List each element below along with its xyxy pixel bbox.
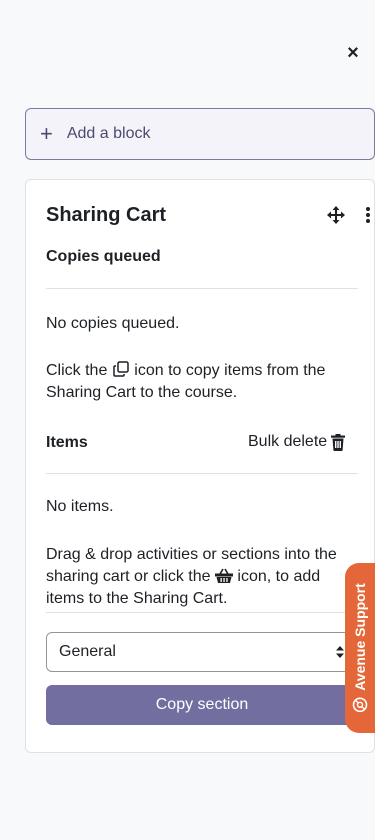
divider [46, 288, 358, 289]
add-block-label: Add a block [66, 125, 151, 142]
items-heading: Items [46, 434, 88, 451]
sharing-cart-block: Sharing Cart Copies queued No copies que… [25, 179, 375, 753]
divider [46, 612, 358, 613]
add-block-button[interactable]: + Add a block [25, 108, 375, 160]
plus-icon: + [40, 121, 53, 146]
copies-help-text: Click the icon to copy items from the Sh… [46, 360, 361, 404]
move-icon[interactable] [326, 205, 346, 225]
copies-help-before: Click the [46, 362, 108, 379]
close-drawer-button[interactable]: × [340, 40, 366, 66]
support-icon [352, 697, 368, 713]
section-select-value: General [59, 643, 116, 660]
divider [46, 473, 358, 474]
no-copies-text: No copies queued. [46, 315, 180, 332]
support-tab-label: Avenue Support [352, 583, 368, 691]
avenue-support-tab[interactable]: Avenue Support [345, 563, 375, 733]
basket-icon [214, 568, 233, 583]
trash-icon [331, 433, 346, 451]
copies-queued-heading: Copies queued [46, 248, 161, 265]
items-help-text: Drag & drop activities or sections into … [46, 544, 361, 610]
bulk-delete-label: Bulk delete [248, 433, 328, 450]
bulk-delete-button[interactable]: Bulk delete [248, 433, 346, 451]
select-chevron-icon [336, 646, 344, 658]
block-title: Sharing Cart [46, 203, 167, 226]
support-tab-content: Avenue Support [352, 583, 368, 713]
kebab-menu-icon[interactable] [361, 205, 375, 225]
section-select[interactable]: General [46, 632, 358, 672]
close-icon[interactable]: × [347, 42, 359, 65]
copy-section-button[interactable]: Copy section [46, 685, 358, 725]
no-items-text: No items. [46, 498, 114, 515]
copy-icon [113, 361, 129, 377]
block-header: Sharing Cart [46, 200, 374, 230]
